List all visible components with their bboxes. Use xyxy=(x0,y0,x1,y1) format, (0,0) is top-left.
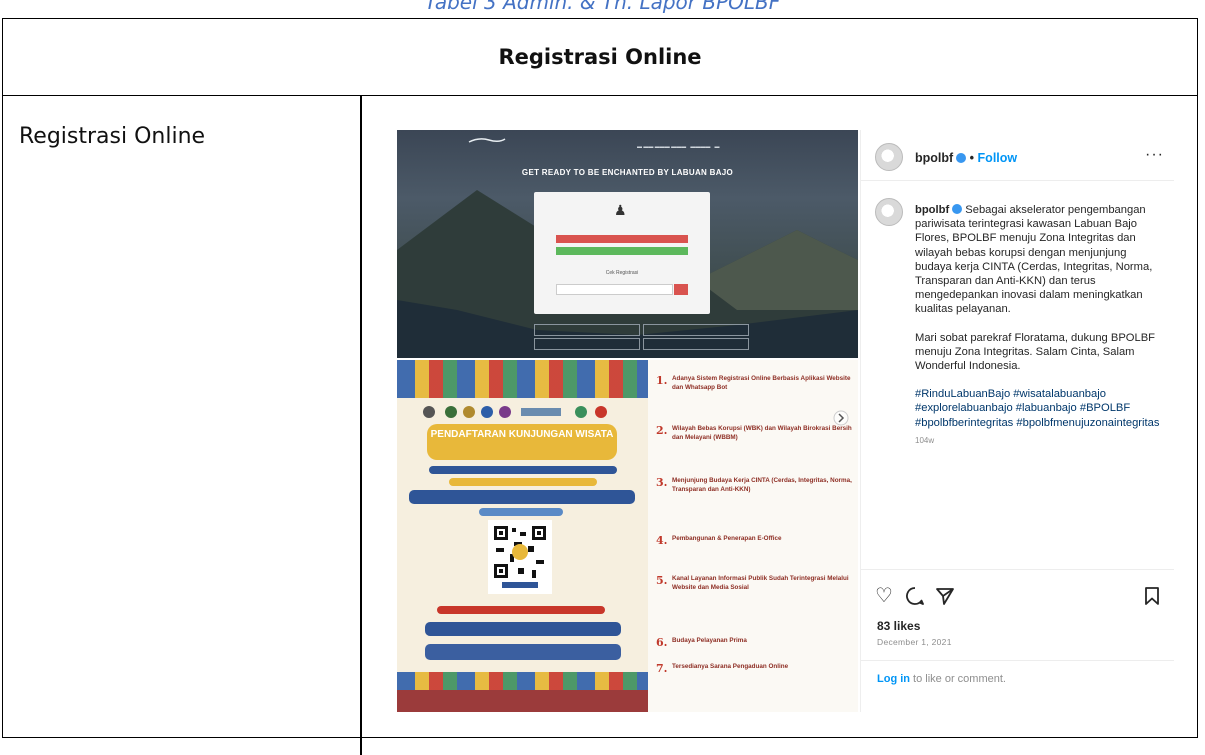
info-strip xyxy=(643,338,749,350)
list-item: 6. Budaya Pelayanan Prima xyxy=(656,636,747,649)
list-item: 5. Kanal Layanan Informasi Publik Sudah T… xyxy=(656,574,849,591)
comment-icon[interactable] xyxy=(905,586,925,606)
avatar[interactable] xyxy=(875,143,903,171)
list-item: 4. Pembangunan & Penerapan E-Office xyxy=(656,534,782,547)
poster-banner xyxy=(449,478,597,486)
list-item: 7. Tersedianya Sarana Pengaduan Online xyxy=(656,662,789,675)
login-prompt: Log in to like or comment. xyxy=(861,660,1174,697)
separator-dot: • xyxy=(969,151,975,165)
register-button[interactable] xyxy=(556,235,688,243)
poster-banner xyxy=(425,622,621,636)
like-icon[interactable]: ♡ xyxy=(875,586,893,606)
follow-button[interactable]: Follow xyxy=(978,151,1018,165)
hashtags[interactable]: #RinduLabuanBajo #wisatalabuanbajo #expl… xyxy=(915,387,1160,430)
website-hero: ▬ ▬▬ ▬▬▬ ▬▬▬ ▬▬▬▬ ▬ GET READY TO BE ENCH… xyxy=(397,130,858,358)
whatsapp-register-button[interactable] xyxy=(556,247,688,255)
caption-text-2: Mari sobat parekraf Floratama, dukung BP… xyxy=(915,331,1156,373)
poster-pattern-top xyxy=(397,360,648,398)
registration-search-button[interactable] xyxy=(674,284,688,295)
caption-avatar[interactable] xyxy=(875,198,903,226)
post-actions: ♡ xyxy=(861,569,1174,612)
verified-icon xyxy=(956,153,967,163)
column-divider xyxy=(360,95,362,755)
poster-banner xyxy=(425,644,621,660)
poster-banner xyxy=(429,466,617,474)
integrity-list: 1. Adanya Sistem Registrasi Online Berbas… xyxy=(648,360,858,712)
poster-banner xyxy=(409,490,635,504)
share-icon[interactable] xyxy=(935,586,955,606)
save-icon[interactable] xyxy=(1143,586,1161,606)
poster-banner xyxy=(479,508,563,516)
check-registration-label: Cek Registrasi xyxy=(605,270,639,276)
more-options-icon[interactable]: ··· xyxy=(1145,146,1164,164)
info-strip xyxy=(534,338,640,350)
likes-count[interactable]: 83 likes xyxy=(877,619,920,633)
info-strip xyxy=(534,324,640,336)
next-slide-icon[interactable] xyxy=(833,410,849,426)
table-caption: Tabel 3 Admin. & Tn. Lapor BPOLBF xyxy=(424,0,781,14)
list-item: 1. Adanya Sistem Registrasi Online Berbas… xyxy=(656,374,851,391)
post-header: bpolbf • Follow ··· xyxy=(861,130,1174,181)
registration-search-input[interactable] xyxy=(556,284,673,295)
qr-code-icon xyxy=(488,520,552,594)
site-logo-icon xyxy=(468,138,506,143)
post-username[interactable]: bpolbf • Follow xyxy=(915,151,1017,165)
row-label: Registrasi Online xyxy=(19,124,206,149)
poster-banner xyxy=(437,606,605,614)
screenshot-image: ▬ ▬▬ ▬▬▬ ▬▬▬ ▬▬▬▬ ▬ GET READY TO BE ENCH… xyxy=(397,130,1174,712)
login-link[interactable]: Log in xyxy=(877,673,910,685)
registration-poster: PENDAFTARAN KUNJUNGAN WISATA xyxy=(397,360,648,712)
table-header: Registrasi Online xyxy=(3,19,1197,96)
instagram-panel: bpolbf • Follow ··· bpolbf Sebagai aksel… xyxy=(860,130,1174,712)
hiker-icon: ♟ xyxy=(614,202,627,218)
post-date: December 1, 2021 xyxy=(877,637,952,647)
caption-text: Sebagai akselerator pengembangan pariwis… xyxy=(915,204,1153,316)
poster-footer xyxy=(397,690,648,712)
info-strip xyxy=(643,324,749,336)
registration-box: ♟ Cek Registrasi xyxy=(534,192,710,314)
list-item: 2. Wilayah Bebas Korupsi (WBK) dan Wilaya… xyxy=(656,424,852,441)
list-item: 3. Menjunjung Budaya Kerja CINTA (Cerdas,… xyxy=(656,476,852,493)
poster-title: PENDAFTARAN KUNJUNGAN WISATA xyxy=(427,424,617,460)
post-age: 104w xyxy=(915,435,935,445)
partner-logos-icon xyxy=(423,406,607,418)
site-nav[interactable]: ▬ ▬▬ ▬▬▬ ▬▬▬ ▬▬▬▬ ▬ xyxy=(637,144,720,150)
verified-icon xyxy=(952,204,963,214)
post-caption: bpolbf Sebagai akselerator pengembangan … xyxy=(915,203,1160,448)
poster-pattern-bottom xyxy=(397,672,648,690)
hero-title: GET READY TO BE ENCHANTED BY LABUAN BAJO xyxy=(521,168,734,177)
caption-username[interactable]: bpolbf xyxy=(915,204,949,216)
